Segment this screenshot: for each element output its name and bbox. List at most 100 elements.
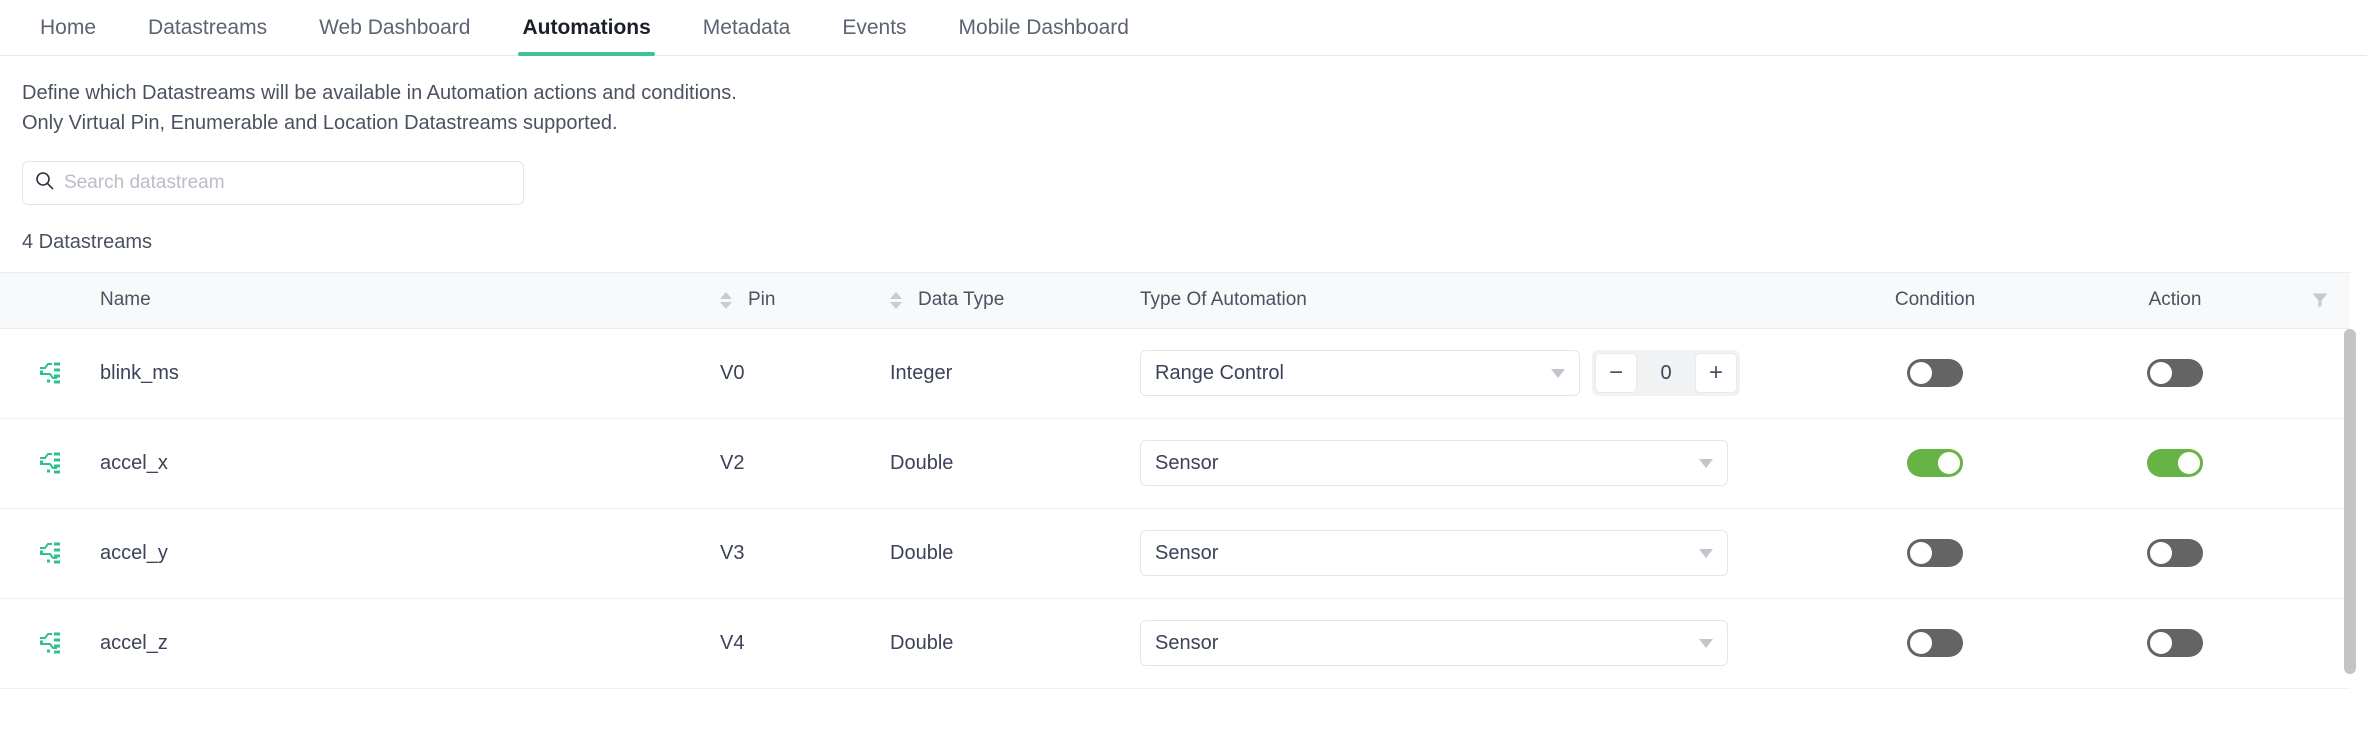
cell-spacer	[2290, 418, 2350, 509]
automation-type-value: Sensor	[1155, 631, 1219, 654]
toggle-knob	[2150, 362, 2172, 385]
chevron-down-icon	[1699, 458, 1713, 468]
header-filter[interactable]	[2290, 271, 2350, 329]
search-section	[0, 139, 2367, 205]
table-row: accel_y V3 Double Sensor	[0, 508, 2350, 599]
toggle-knob	[2178, 452, 2200, 475]
cell-action	[2060, 508, 2290, 599]
table-row: blink_ms V0 Integer Range Control −0 +	[0, 328, 2350, 419]
stepper-value[interactable]: 0	[1637, 362, 1695, 385]
cell-condition	[1810, 418, 2060, 509]
automation-type-value: Sensor	[1155, 451, 1219, 474]
cell-condition	[1810, 598, 2060, 689]
datastream-count: 4 Datastreams	[22, 230, 153, 253]
header-type-of-automation: Type Of Automation	[1140, 271, 1810, 329]
toggle-knob	[1938, 452, 1960, 475]
toggle-knob	[1910, 362, 1932, 385]
sort-pin-icon[interactable]	[720, 291, 732, 309]
table-body: blink_ms V0 Integer Range Control −0 + accel_x…	[0, 328, 2350, 689]
header-action: Action	[2060, 271, 2290, 329]
automation-type-select[interactable]: Sensor	[1140, 620, 1728, 667]
toggle-knob	[2150, 542, 2172, 565]
action-toggle[interactable]	[2147, 449, 2203, 478]
tab-events[interactable]: Events	[816, 0, 932, 55]
header-name-label: Name	[100, 289, 151, 311]
toggle-knob	[1910, 632, 1932, 655]
cell-data-type: Double	[890, 508, 1140, 599]
chevron-down-icon	[1699, 638, 1713, 648]
condition-toggle[interactable]	[1907, 359, 1963, 388]
action-toggle[interactable]	[2147, 629, 2203, 658]
table-row: accel_x V2 Double Sensor	[0, 418, 2350, 509]
datastreams-table-container: Name Pin Data Type Type Of Automation Co…	[0, 271, 2367, 689]
header-data-type[interactable]: Data Type	[890, 271, 1140, 329]
cell-condition	[1810, 328, 2060, 419]
datastream-icon	[0, 630, 100, 656]
automation-type-value: Sensor	[1155, 541, 1219, 564]
header-pin-label: Pin	[748, 289, 776, 311]
cell-name: accel_x	[100, 418, 720, 509]
tab-home[interactable]: Home	[14, 0, 122, 55]
stepper-decrement-button[interactable]: −	[1595, 353, 1637, 394]
cell-data-type: Integer	[890, 328, 1140, 419]
main-tab-bar: Home Datastreams Web Dashboard Automations M…	[0, 0, 2367, 56]
automation-type-value: Range Control	[1155, 361, 1284, 384]
header-name[interactable]: Name	[100, 271, 720, 329]
header-icon-column	[0, 271, 100, 329]
cell-data-type: Double	[890, 418, 1140, 509]
datastream-icon	[0, 360, 100, 386]
tab-web-dashboard[interactable]: Web Dashboard	[293, 0, 496, 55]
toggle-knob	[1910, 542, 1932, 565]
tab-automations[interactable]: Automations	[496, 0, 676, 56]
cell-condition	[1810, 508, 2060, 599]
header-pin[interactable]: Pin	[720, 271, 890, 329]
cell-type-of-automation: Sensor	[1140, 508, 1810, 599]
cell-type-of-automation: Range Control −0 +	[1140, 328, 1810, 419]
sort-data-type-icon[interactable]	[890, 291, 902, 309]
header-condition: Condition	[1810, 271, 2060, 329]
datastreams-table: Name Pin Data Type Type Of Automation Co…	[0, 271, 2350, 689]
cell-type-of-automation: Sensor	[1140, 418, 1810, 509]
toggle-knob	[2150, 632, 2172, 655]
tab-mobile-dashboard[interactable]: Mobile Dashboard	[933, 0, 1155, 55]
search-icon	[35, 171, 64, 195]
header-action-label: Action	[2148, 289, 2202, 311]
description-line-2: Only Virtual Pin, Enumerable and Locatio…	[22, 112, 618, 135]
stepper-increment-button[interactable]: +	[1695, 353, 1737, 394]
table-header-row: Name Pin Data Type Type Of Automation Co…	[0, 271, 2350, 329]
cell-spacer	[2290, 328, 2350, 419]
action-toggle[interactable]	[2147, 539, 2203, 568]
search-input[interactable]	[64, 171, 511, 194]
datastream-icon	[0, 540, 100, 566]
cell-spacer	[2290, 598, 2350, 689]
table-vertical-scrollbar[interactable]	[2344, 328, 2356, 674]
condition-toggle[interactable]	[1907, 539, 1963, 568]
cell-pin: V0	[720, 328, 890, 419]
cell-name: accel_z	[100, 598, 720, 689]
cell-action	[2060, 598, 2290, 689]
cell-action	[2060, 328, 2290, 419]
condition-toggle[interactable]	[1907, 629, 1963, 658]
chevron-down-icon	[1551, 368, 1565, 378]
description-line-1: Define which Datastreams will be availab…	[22, 82, 737, 104]
automation-type-select[interactable]: Sensor	[1140, 440, 1728, 487]
cell-spacer	[2290, 508, 2350, 599]
table-row: accel_z V4 Double Sensor	[0, 598, 2350, 689]
tab-metadata[interactable]: Metadata	[677, 0, 817, 55]
header-data-type-label: Data Type	[918, 289, 1005, 311]
header-condition-label: Condition	[1894, 289, 1976, 311]
cell-type-of-automation: Sensor	[1140, 598, 1810, 689]
cell-action	[2060, 418, 2290, 509]
value-stepper: −0 +	[1592, 350, 1740, 397]
datastream-icon	[0, 450, 100, 476]
automation-type-select[interactable]: Sensor	[1140, 530, 1728, 577]
search-box[interactable]	[22, 160, 524, 205]
tab-datastreams[interactable]: Datastreams	[122, 0, 293, 55]
filter-icon[interactable]	[2290, 290, 2350, 310]
cell-data-type: Double	[890, 598, 1140, 689]
action-toggle[interactable]	[2147, 359, 2203, 388]
automation-type-select[interactable]: Range Control	[1140, 350, 1580, 397]
cell-name: blink_ms	[100, 328, 720, 419]
chevron-down-icon	[1699, 548, 1713, 558]
condition-toggle[interactable]	[1907, 449, 1963, 478]
